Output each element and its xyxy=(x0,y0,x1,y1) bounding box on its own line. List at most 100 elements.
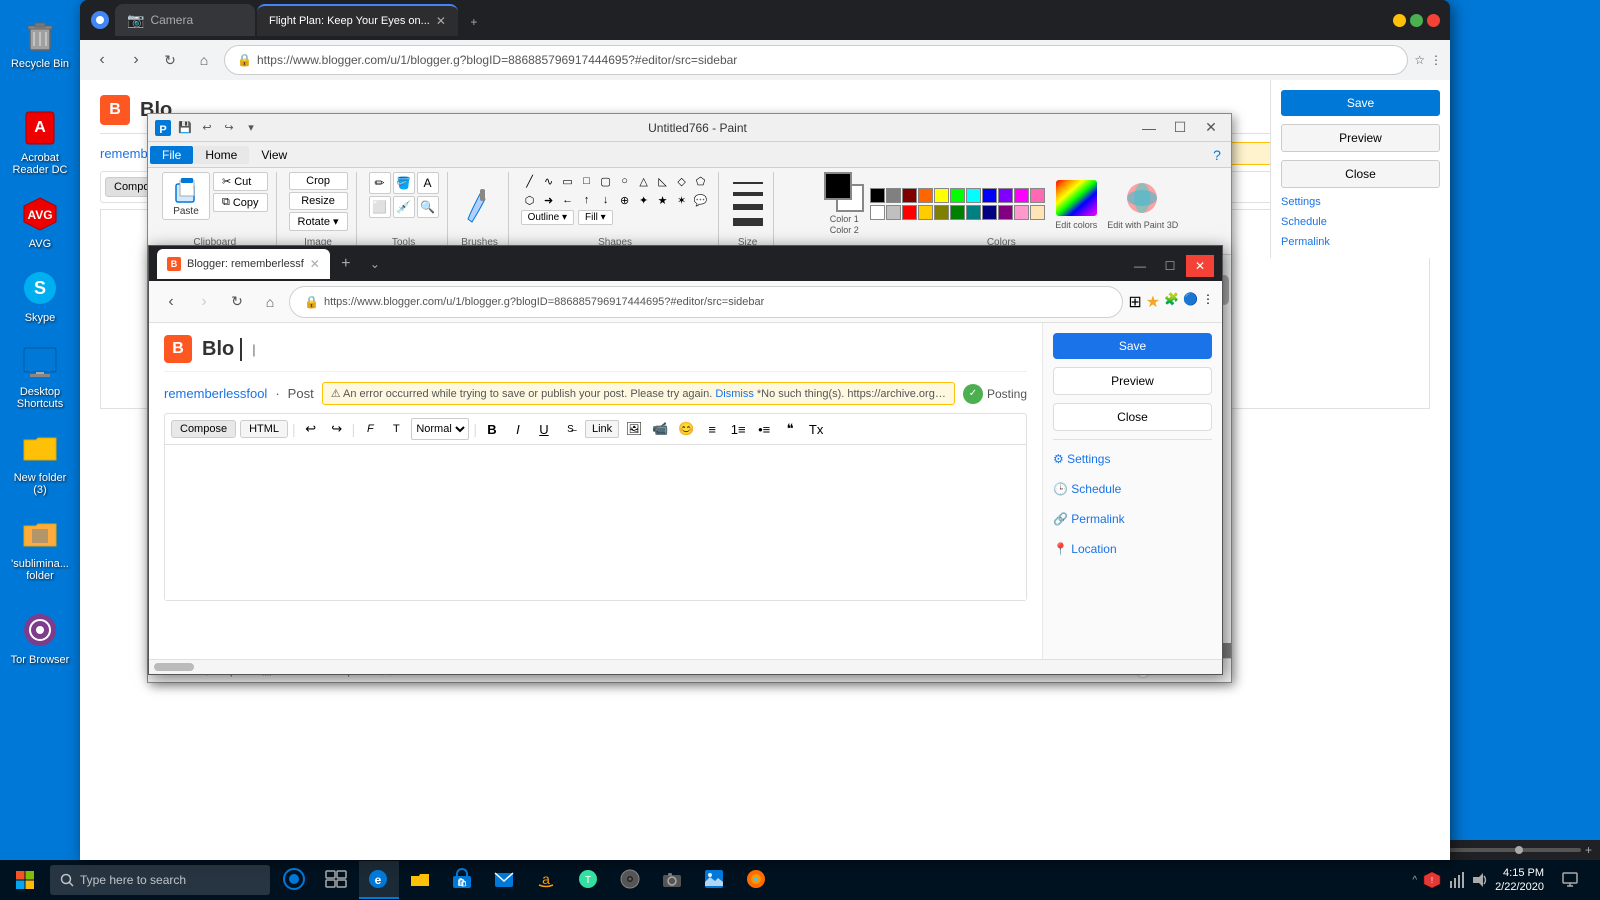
compose-tab-fg[interactable]: Compose xyxy=(171,420,236,438)
color-silver[interactable] xyxy=(886,205,901,220)
taskbar-edge[interactable]: e xyxy=(359,861,399,899)
color-yellow[interactable] xyxy=(934,188,949,203)
tab-list-btn-fg[interactable]: ⌄ xyxy=(362,251,388,277)
bg-zoom-slider[interactable] xyxy=(1449,848,1581,852)
fg-bookmark-icon[interactable]: ★ xyxy=(1146,292,1160,312)
tab-blogger-fg[interactable]: B Blogger: rememberlessf ✕ xyxy=(157,249,330,279)
save-btn-fg[interactable]: Save xyxy=(1053,333,1212,359)
color-orange[interactable] xyxy=(918,188,933,203)
paste-btn[interactable]: Paste xyxy=(162,172,210,220)
font-family-btn-fg[interactable]: F xyxy=(359,418,381,440)
fg-maximize-btn[interactable]: ☐ xyxy=(1156,255,1184,277)
color-magenta[interactable] xyxy=(1014,188,1029,203)
color-white[interactable] xyxy=(870,205,885,220)
post-text-area-fg[interactable] xyxy=(165,445,1026,600)
fg-back-btn[interactable]: ‹ xyxy=(157,288,185,316)
eraser-btn[interactable]: ⬜ xyxy=(369,196,391,218)
close-btn-bg[interactable] xyxy=(1427,14,1440,27)
normal-select-fg[interactable]: Normal xyxy=(411,418,469,440)
color-cyan[interactable] xyxy=(966,188,981,203)
html-tab-fg[interactable]: HTML xyxy=(240,420,288,438)
down-arrow-btn[interactable]: ↓ xyxy=(597,191,615,209)
star4-btn[interactable]: ✦ xyxy=(635,191,653,209)
crop-btn[interactable]: Crop xyxy=(289,172,348,190)
rotate-btn[interactable]: Rotate ▾ xyxy=(289,212,348,231)
fg-close-btn[interactable]: ✕ xyxy=(1186,255,1214,277)
color-blue[interactable] xyxy=(982,188,997,203)
permalink-link[interactable]: Permalink xyxy=(1281,236,1440,248)
right-triangle-btn[interactable]: ◺ xyxy=(654,172,672,190)
color1-swatch[interactable] xyxy=(824,172,852,200)
outline-btn[interactable]: Outline ▾ xyxy=(521,210,574,225)
quote-btn-fg[interactable]: ❝ xyxy=(779,418,801,440)
callout-btn[interactable]: 💬 xyxy=(692,191,710,209)
rect-shape-btn[interactable]: ▭ xyxy=(559,172,577,190)
fg-refresh-btn[interactable]: ↻ xyxy=(223,288,251,316)
preview-btn-fg[interactable]: Preview xyxy=(1053,367,1212,395)
color-teal[interactable] xyxy=(966,205,981,220)
taskbar-optical[interactable] xyxy=(611,861,651,899)
close-btn-fg[interactable]: Close xyxy=(1053,403,1212,431)
taskbar-clock[interactable]: 4:15 PM 2/22/2020 xyxy=(1495,866,1544,895)
start-button[interactable] xyxy=(0,860,50,900)
paint-home-menu[interactable]: Home xyxy=(193,146,249,164)
settings-link[interactable]: Settings xyxy=(1281,196,1440,208)
cut-btn[interactable]: ✂ Cut xyxy=(213,172,268,191)
edit-paint3d-icon[interactable] xyxy=(1118,178,1168,218)
bookmark-icon-bg[interactable]: ☆ xyxy=(1414,53,1425,67)
blog-author-fg[interactable]: rememberlessfool xyxy=(164,386,267,401)
minimize-btn-bg[interactable] xyxy=(1393,14,1406,27)
font-size-btn-fg[interactable]: T xyxy=(385,418,407,440)
star6-btn[interactable]: ✶ xyxy=(673,191,691,209)
edit-colors-icon[interactable] xyxy=(1051,178,1101,218)
fg-home-btn[interactable]: ⌂ xyxy=(256,288,284,316)
quick-access-save-btn[interactable]: 💾 xyxy=(175,118,195,138)
triangle-btn[interactable]: △ xyxy=(635,172,653,190)
color-gold[interactable] xyxy=(918,205,933,220)
taskbar-camera[interactable] xyxy=(653,861,693,899)
desktop-icon-shortcuts[interactable]: Desktop Shortcuts xyxy=(4,338,76,414)
taskbar-amazon[interactable]: a xyxy=(527,861,567,899)
fg-menu-icon[interactable]: ⋮ xyxy=(1202,292,1214,312)
desktop-icon-tor[interactable]: Tor Browser xyxy=(4,606,76,670)
paint-minimize-btn[interactable]: — xyxy=(1134,116,1164,140)
taskbar-file-explorer[interactable] xyxy=(401,861,441,899)
color-green[interactable] xyxy=(950,205,965,220)
strikethrough-btn-fg[interactable]: S̶ xyxy=(559,418,581,440)
ellipse-btn[interactable]: ○ xyxy=(616,172,634,190)
size-line-1[interactable] xyxy=(733,182,763,184)
post-permalink-link[interactable]: 🔗 Permalink xyxy=(1053,508,1212,530)
color-lightpink[interactable] xyxy=(1014,205,1029,220)
taskbar-mail[interactable] xyxy=(485,861,525,899)
color-purple[interactable] xyxy=(998,188,1013,203)
left-arrow-btn[interactable]: ← xyxy=(559,191,577,209)
image-btn-fg[interactable]: 🖼 xyxy=(623,418,645,440)
paint-help-btn[interactable]: ? xyxy=(1205,144,1229,166)
fg-minimize-btn[interactable]: — xyxy=(1126,255,1154,277)
quick-access-undo-btn[interactable]: ↩ xyxy=(197,118,217,138)
right-arrow-btn[interactable]: ➜ xyxy=(540,191,558,209)
tray-expand-btn[interactable]: ^ xyxy=(1412,875,1417,886)
taskbar-store[interactable]: 🛍 xyxy=(443,861,483,899)
curve-shape-btn[interactable]: ∿ xyxy=(540,172,558,190)
redo-btn-fg[interactable]: ↪ xyxy=(326,418,348,440)
tab-close-blogger-fg[interactable]: ✕ xyxy=(310,257,320,271)
emoji-btn-fg[interactable]: 😊 xyxy=(675,418,697,440)
color-red[interactable] xyxy=(902,205,917,220)
fg-hscrollbar-thumb[interactable] xyxy=(154,663,194,671)
close-btn-sidebar[interactable]: Close xyxy=(1281,160,1440,188)
color-lime[interactable] xyxy=(950,188,965,203)
pentagon-btn[interactable]: ⬠ xyxy=(692,172,710,190)
desktop-icon-acrobat[interactable]: A Acrobat Reader DC xyxy=(4,104,76,180)
color-navy[interactable] xyxy=(982,205,997,220)
taskbar-firefox[interactable] xyxy=(737,861,777,899)
new-tab-btn-bg[interactable]: + xyxy=(460,8,488,36)
color-darkred[interactable] xyxy=(902,188,917,203)
paint-view-menu[interactable]: View xyxy=(249,146,299,164)
post-schedule-link[interactable]: 🕒 Schedule xyxy=(1053,478,1212,500)
home-btn-bg[interactable]: ⌂ xyxy=(190,46,218,74)
ordered-list-btn-fg[interactable]: 1≡ xyxy=(727,418,749,440)
schedule-link[interactable]: Schedule xyxy=(1281,216,1440,228)
taskbar-search[interactable]: Type here to search xyxy=(50,865,270,895)
line-shape-btn[interactable]: ╱ xyxy=(521,172,539,190)
